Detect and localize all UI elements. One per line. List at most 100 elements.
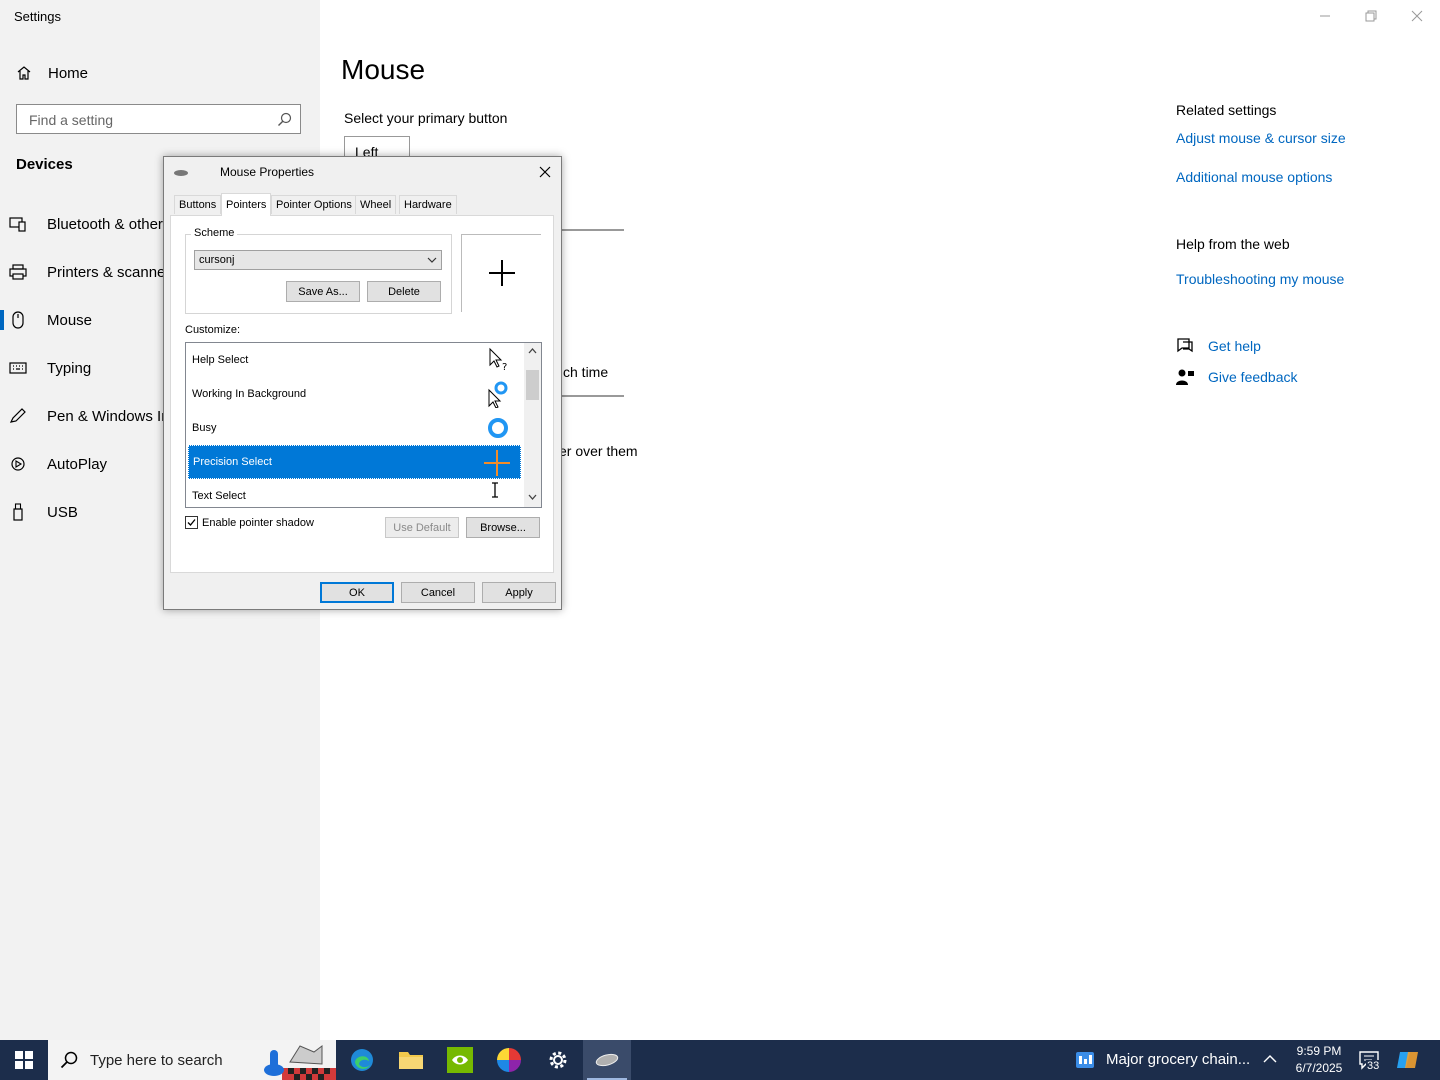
svg-text:?: ? <box>502 362 507 373</box>
cursor-label: Working In Background <box>192 388 307 400</box>
sidebar-item-label: USB <box>47 503 78 521</box>
mouse-properties-dialog: Mouse Properties Buttons Pointers Pointe… <box>163 156 562 610</box>
taskbar-search[interactable] <box>48 1040 336 1080</box>
feedback-icon <box>1176 369 1194 385</box>
cancel-button[interactable]: Cancel <box>401 582 475 603</box>
related-settings-title: Related settings <box>1176 102 1277 118</box>
news-headline[interactable]: Major grocery chain... <box>1106 1051 1250 1068</box>
news-icon <box>1076 1052 1094 1068</box>
pointer-shadow-label: Enable pointer shadow <box>202 516 314 529</box>
help-from-web-title: Help from the web <box>1176 236 1290 252</box>
give-feedback-link[interactable]: Give feedback <box>1208 369 1298 385</box>
mouse-icon <box>174 170 188 176</box>
taskbar-file-explorer[interactable] <box>387 1040 435 1080</box>
app-title: Settings <box>14 9 61 24</box>
adjust-cursor-size-link[interactable]: Adjust mouse & cursor size <box>1176 130 1346 146</box>
home-nav[interactable]: Home <box>16 62 88 84</box>
list-item[interactable]: Text Select <box>188 479 521 507</box>
help-select-cursor-icon: ? <box>483 343 513 377</box>
list-item-selected[interactable]: Precision Select <box>188 445 521 479</box>
list-scrollbar[interactable] <box>524 343 541 507</box>
scrollbar-thumb[interactable] <box>526 370 539 400</box>
ok-button[interactable]: OK <box>320 582 394 603</box>
keyboard-icon <box>0 361 47 375</box>
taskbar-settings[interactable] <box>534 1040 582 1080</box>
restore-icon <box>1365 10 1377 22</box>
primary-button-label: Select your primary button <box>344 110 508 126</box>
minimize-icon <box>1320 15 1330 17</box>
scroll-down-icon[interactable] <box>528 494 537 501</box>
additional-mouse-options-link[interactable]: Additional mouse options <box>1176 169 1332 185</box>
checkmark-icon <box>187 519 196 526</box>
dialog-title: Mouse Properties <box>220 165 315 179</box>
list-item[interactable]: Working In Background <box>188 377 521 411</box>
pen-icon <box>0 408 47 424</box>
gear-icon <box>549 1051 567 1069</box>
busy-cursor-icon <box>483 411 513 445</box>
nvidia-icon <box>447 1047 473 1073</box>
apply-button[interactable]: Apply <box>482 582 556 603</box>
scheme-value: cursonj <box>199 254 235 266</box>
cursor-preview <box>461 234 541 312</box>
search-input[interactable] <box>27 111 271 129</box>
sidebar-item-label: Printers & scanners <box>47 263 178 281</box>
taskbar: Major grocery chain... 9:59 PM 6/7/2025 … <box>0 1040 1440 1080</box>
get-help-link[interactable]: Get help <box>1208 338 1261 354</box>
taskbar-mouse-properties[interactable] <box>583 1040 631 1080</box>
taskbar-search-input[interactable] <box>88 1051 242 1070</box>
chevron-down-icon <box>427 257 437 263</box>
mouse-icon <box>595 1053 619 1067</box>
save-as-button[interactable]: Save As... <box>286 281 360 302</box>
list-item[interactable]: Help Select ? <box>188 343 521 377</box>
slider-track <box>562 229 624 231</box>
home-icon <box>17 66 31 80</box>
dialog-close-button[interactable] <box>531 159 559 185</box>
tab-pointers[interactable]: Pointers <box>221 193 272 216</box>
close-window-button[interactable] <box>1394 0 1440 32</box>
cursor-label: Precision Select <box>193 456 272 468</box>
tab-pointer-options[interactable]: Pointer Options <box>271 195 357 214</box>
get-help-icon <box>1177 338 1193 353</box>
sidebar-item-label: Bluetooth & other d <box>47 215 176 233</box>
minimize-button[interactable] <box>1302 0 1348 32</box>
clock[interactable]: 9:59 PM 6/7/2025 <box>1285 1043 1353 1077</box>
start-button[interactable] <box>0 1040 48 1080</box>
precision-select-cursor-icon <box>482 446 512 480</box>
list-item[interactable]: Busy <box>188 411 521 445</box>
search-box[interactable] <box>16 104 301 134</box>
pointer-shadow-checkbox[interactable]: Enable pointer shadow <box>185 516 314 529</box>
delete-button[interactable]: Delete <box>367 281 441 302</box>
taskbar-nvidia[interactable] <box>436 1040 484 1080</box>
scheme-select[interactable]: cursonj <box>194 250 442 270</box>
working-background-cursor-icon <box>483 377 513 411</box>
sidebar-item-label: Typing <box>47 359 92 377</box>
cursor-label: Help Select <box>192 354 249 366</box>
inactive-scroll-label: er over them <box>559 443 638 459</box>
tab-buttons[interactable]: Buttons <box>174 195 222 214</box>
customize-label: Customize: <box>185 324 241 336</box>
chevron-up-icon[interactable] <box>1263 1054 1277 1064</box>
search-icon[interactable] <box>277 112 292 127</box>
section-title: Devices <box>16 156 73 173</box>
sidebar-item-label: AutoPlay <box>47 455 108 473</box>
bluetooth-devices-icon <box>0 216 47 232</box>
use-default-button: Use Default <box>385 517 459 538</box>
autoplay-icon <box>0 456 47 472</box>
scheme-label: Scheme <box>191 227 238 239</box>
taskbar-color-app[interactable] <box>485 1040 533 1080</box>
windows-logo-icon <box>15 1051 33 1069</box>
troubleshooting-link[interactable]: Troubleshooting my mouse <box>1176 271 1344 287</box>
scheme-group <box>185 234 452 314</box>
browse-button[interactable]: Browse... <box>466 517 540 538</box>
tab-wheel[interactable]: Wheel <box>355 195 397 214</box>
tab-hardware[interactable]: Hardware <box>399 195 457 214</box>
taskbar-edge[interactable] <box>338 1040 386 1080</box>
home-label: Home <box>48 64 89 82</box>
checkbox-checked[interactable] <box>185 516 198 529</box>
time: 9:59 PM <box>1296 1044 1342 1058</box>
scroll-up-icon[interactable] <box>528 347 537 354</box>
copilot-icon[interactable] <box>1396 1049 1420 1071</box>
mouse-icon <box>0 311 47 329</box>
cursor-label: Busy <box>192 422 217 434</box>
restore-button[interactable] <box>1348 0 1394 32</box>
